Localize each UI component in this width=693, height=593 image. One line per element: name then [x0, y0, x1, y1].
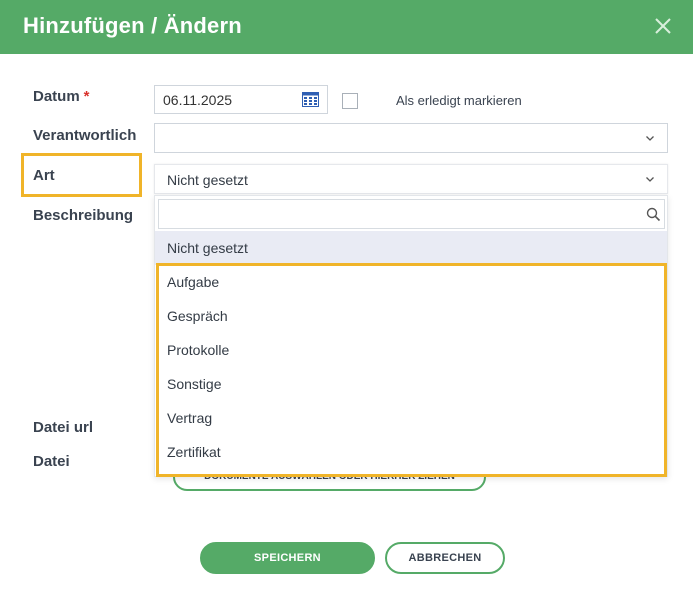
type-select[interactable]: Nicht gesetzt: [154, 164, 668, 194]
done-checkbox-label: Als erledigt markieren: [396, 93, 522, 108]
type-dropdown-panel: Nicht gesetzt Aufgabe Gespräch Protokoll…: [154, 195, 668, 477]
dropdown-option-vertrag[interactable]: Vertrag: [155, 401, 667, 435]
date-field[interactable]: 06.11.2025: [154, 85, 328, 114]
dialog-title: Hinzufügen / Ändern: [23, 13, 242, 38]
responsible-select[interactable]: [154, 123, 668, 153]
dropdown-search-input[interactable]: [159, 200, 629, 228]
type-value: Nicht gesetzt: [167, 172, 248, 188]
save-button[interactable]: SPEICHERN: [200, 542, 375, 574]
description-label: Beschreibung: [33, 207, 134, 224]
date-label: Datum *: [33, 88, 90, 105]
search-icon: [646, 207, 661, 222]
dialog-header: Hinzufügen / Ändern: [0, 0, 693, 54]
dropdown-option-aufgabe[interactable]: Aufgabe: [155, 265, 667, 299]
cancel-button[interactable]: ABBRECHEN: [385, 542, 505, 574]
dropdown-option-zertifikat[interactable]: Zertifikat: [155, 435, 667, 469]
dropdown-search-box: [158, 199, 665, 229]
date-label-text: Datum: [33, 88, 80, 105]
close-button[interactable]: [651, 14, 675, 38]
chevron-down-icon: [646, 177, 654, 182]
file-label: Datei: [33, 453, 70, 470]
chevron-down-icon: [646, 136, 654, 141]
done-checkbox[interactable]: [342, 93, 358, 109]
responsible-label: Verantwortlich: [33, 127, 137, 144]
calendar-icon[interactable]: [302, 92, 319, 107]
dropdown-option-gespraech[interactable]: Gespräch: [155, 299, 667, 333]
dropdown-option-protokolle[interactable]: Protokolle: [155, 333, 667, 367]
dropdown-option-nicht-gesetzt[interactable]: Nicht gesetzt: [155, 231, 667, 265]
close-icon: [655, 18, 671, 34]
file-url-label: Datei url: [33, 419, 94, 436]
date-value: 06.11.2025: [163, 92, 233, 108]
type-label-highlight: [21, 153, 142, 197]
add-edit-dialog: Hinzufügen / Ändern Datum * 06.11.2025 Al…: [0, 0, 693, 593]
required-marker: *: [83, 88, 90, 105]
dropdown-option-sonstige[interactable]: Sonstige: [155, 367, 667, 401]
